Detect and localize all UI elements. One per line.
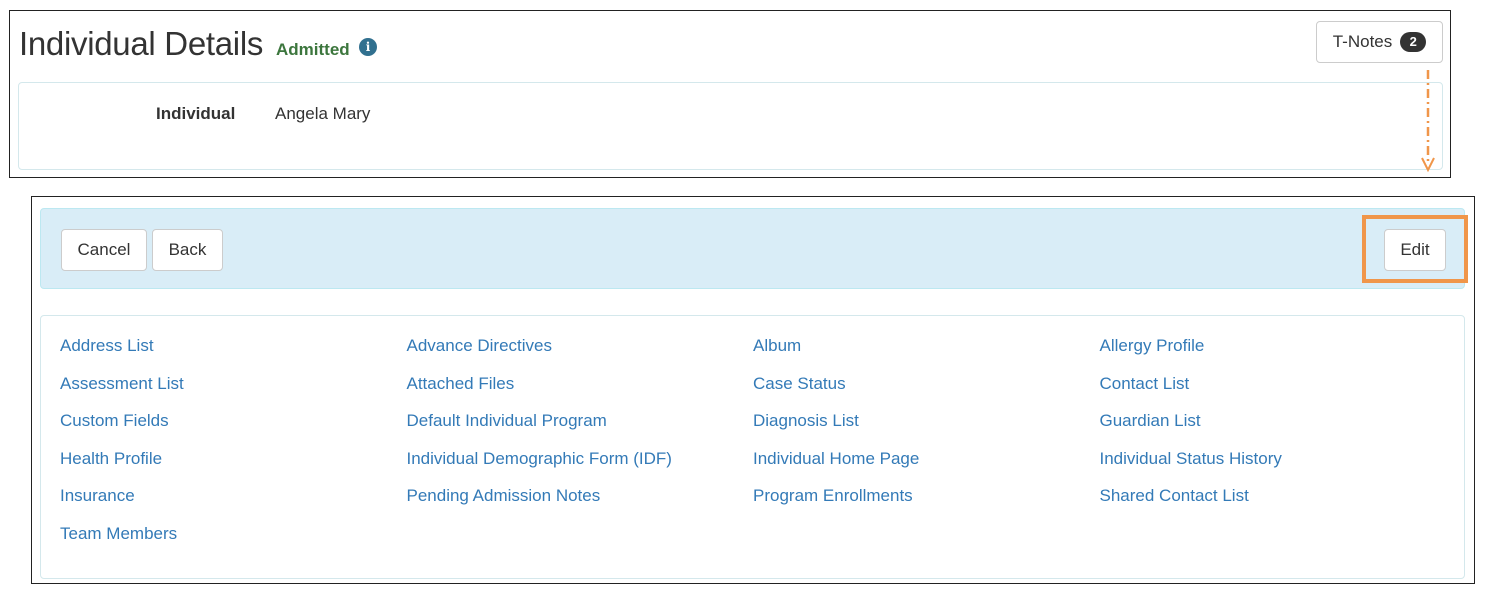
link-contact-list[interactable]: Contact List bbox=[1100, 373, 1447, 411]
link-address-list[interactable]: Address List bbox=[60, 335, 407, 373]
individual-actions-panel: Cancel Back Edit Address List Advance Di… bbox=[31, 196, 1475, 584]
individual-label: Individual bbox=[156, 104, 236, 123]
action-toolbar: Cancel Back Edit bbox=[40, 208, 1468, 289]
link-health-profile[interactable]: Health Profile bbox=[60, 448, 407, 486]
link-shared-contact-list[interactable]: Shared Contact List bbox=[1100, 485, 1447, 523]
t-notes-button[interactable]: T-Notes 2 bbox=[1316, 21, 1443, 63]
link-custom-fields[interactable]: Custom Fields bbox=[60, 410, 407, 448]
link-attached-files[interactable]: Attached Files bbox=[407, 373, 754, 411]
individual-name: Angela Mary bbox=[275, 104, 371, 123]
link-case-status[interactable]: Case Status bbox=[753, 373, 1100, 411]
link-insurance[interactable]: Insurance bbox=[60, 485, 407, 523]
back-button[interactable]: Back bbox=[152, 229, 223, 271]
link-individual-demographic-form[interactable]: Individual Demographic Form (IDF) bbox=[407, 448, 754, 486]
t-notes-label: T-Notes bbox=[1332, 32, 1393, 51]
info-circle-icon[interactable]: i bbox=[359, 38, 377, 56]
related-links-grid: Address List Advance Directives Album Al… bbox=[60, 335, 1446, 560]
link-album[interactable]: Album bbox=[753, 335, 1100, 373]
link-program-enrollments[interactable]: Program Enrollments bbox=[753, 485, 1100, 523]
link-default-individual-program[interactable]: Default Individual Program bbox=[407, 410, 754, 448]
link-individual-status-history[interactable]: Individual Status History bbox=[1100, 448, 1447, 486]
link-diagnosis-list[interactable]: Diagnosis List bbox=[753, 410, 1100, 448]
link-guardian-list[interactable]: Guardian List bbox=[1100, 410, 1447, 448]
link-individual-home-page[interactable]: Individual Home Page bbox=[753, 448, 1100, 486]
link-allergy-profile[interactable]: Allergy Profile bbox=[1100, 335, 1447, 373]
link-pending-admission-notes[interactable]: Pending Admission Notes bbox=[407, 485, 754, 523]
individual-info-well: Individual Angela Mary bbox=[18, 82, 1443, 170]
page-title: Individual Details bbox=[19, 25, 264, 62]
edit-button[interactable]: Edit bbox=[1384, 229, 1446, 271]
admission-status: Admitted bbox=[276, 40, 350, 59]
link-assessment-list[interactable]: Assessment List bbox=[60, 373, 407, 411]
related-links-well: Address List Advance Directives Album Al… bbox=[40, 315, 1465, 579]
annotation-arrow-icon bbox=[1421, 70, 1435, 173]
cancel-button[interactable]: Cancel bbox=[61, 229, 147, 271]
individual-details-panel: Individual Details Admitted i T-Notes 2 … bbox=[9, 10, 1451, 178]
t-notes-count-badge: 2 bbox=[1400, 32, 1427, 52]
link-team-members[interactable]: Team Members bbox=[60, 523, 407, 561]
link-advance-directives[interactable]: Advance Directives bbox=[407, 335, 754, 373]
